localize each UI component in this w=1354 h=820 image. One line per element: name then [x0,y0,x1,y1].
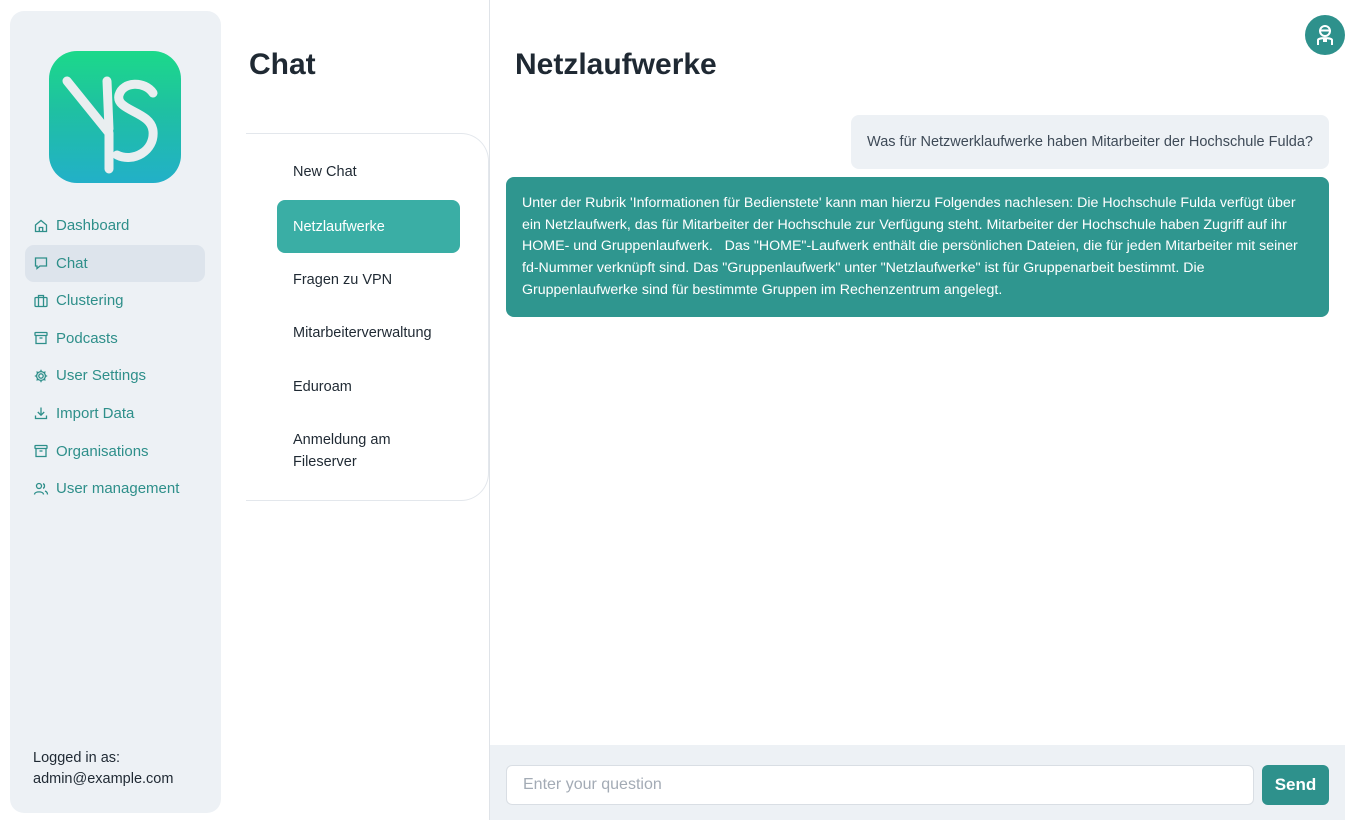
sidebar-item-label: Import Data [56,404,135,422]
archive-icon [33,443,49,459]
sidebar-item-label: Podcasts [56,329,118,347]
sidebar-item-import-data[interactable]: Import Data [25,395,205,432]
user-message: Was für Netzwerklaufwerke haben Mitarbei… [851,115,1329,169]
sidebar-item-label: Clustering [56,292,124,310]
chat-list: New Chat Netzlaufwerke Fragen zu VPN Mit… [246,133,489,501]
chat-item-anmeldung-am-fileserver[interactable]: Anmeldung am Fileserver [277,429,427,473]
logged-in-label: Logged in as: [33,750,121,766]
sidebar-nav: Dashboard Chat Clustering Podcasts User … [25,207,205,508]
chat-item-netzlaufwerke[interactable]: Netzlaufwerke [277,200,460,253]
sidebar-item-user-settings[interactable]: User Settings [25,357,205,394]
chat-bubble-icon [33,255,49,271]
app-logo[interactable] [49,51,181,183]
panel-divider [489,0,490,820]
chat-item-mitarbeiterverwaltung[interactable]: Mitarbeiterverwaltung [277,322,460,344]
assistant-message: Unter der Rubrik 'Informationen für Bedi… [506,177,1329,317]
user-avatar-button[interactable] [1305,15,1345,55]
sidebar-item-label: Dashboard [56,217,130,234]
briefcase-icon [33,293,49,309]
logged-in-info: Logged in as: admin@example.com [33,748,173,790]
sidebar-item-label: Organisations [56,442,149,460]
sidebar-item-chat[interactable]: Chat [25,244,205,282]
sidebar: Dashboard Chat Clustering Podcasts User … [10,11,221,813]
send-button[interactable]: Send [1262,765,1329,805]
user-avatar-icon [1317,25,1333,45]
sidebar-item-organisations[interactable]: Organisations [25,433,205,470]
chat-panel-title: Chat [249,48,316,81]
sidebar-item-dashboard[interactable]: Dashboard [25,207,205,244]
chat-item-new-chat[interactable]: New Chat [277,161,460,183]
logo-mark-icon [62,76,158,174]
question-input[interactable] [506,765,1254,805]
users-icon [33,481,49,497]
conversation-title: Netzlaufwerke [515,48,717,81]
input-bar: Send [490,745,1345,820]
logged-in-user: admin@example.com [33,771,174,787]
sidebar-item-clustering[interactable]: Clustering [25,282,205,319]
sidebar-item-user-management[interactable]: User management [25,470,205,507]
download-icon [33,405,49,421]
chat-item-label: Netzlaufwerke [293,218,385,235]
chat-item-fragen-zu-vpn[interactable]: Fragen zu VPN [277,269,460,291]
sidebar-item-label: Chat [56,254,88,272]
chat-item-eduroam[interactable]: Eduroam [277,376,460,398]
sidebar-item-label: User management [56,480,180,498]
sidebar-item-label: User Settings [56,367,147,385]
sidebar-item-podcasts[interactable]: Podcasts [25,320,205,357]
home-icon [33,218,49,234]
gear-icon [33,368,49,384]
archive-icon [33,330,49,346]
